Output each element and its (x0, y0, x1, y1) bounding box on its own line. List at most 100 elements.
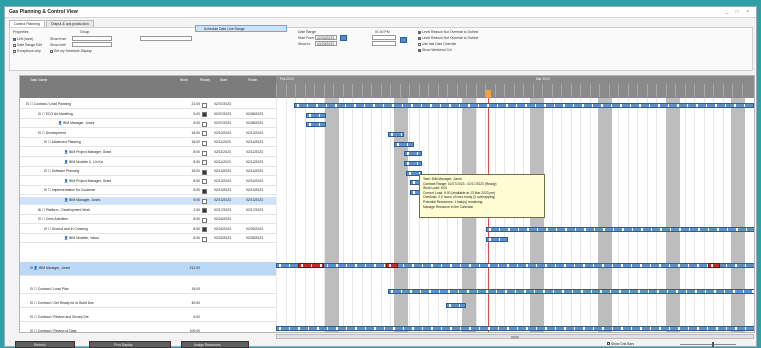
checkbox[interactable] (607, 342, 610, 345)
bar-tick (515, 104, 517, 107)
gantt-bar[interactable] (708, 263, 720, 268)
table-row[interactable]: 👤 BIM Project Manager, Grant 8:00 02/11/20… (20, 149, 276, 157)
table-row[interactable]: 👤 BIM Project Manager, Grant 8:00 02/13/20… (20, 178, 276, 186)
checkbox[interactable] (418, 48, 421, 52)
ready-checkbox[interactable] (202, 160, 207, 166)
right-check-4[interactable]: Show Weekend Col (418, 48, 452, 52)
window-controls[interactable]: _ □ × (726, 7, 753, 18)
table-row[interactable]: 👤 BIM Modeler, Vasco 8:00 02/24/2023 02/25/… (20, 235, 276, 244)
checkbox[interactable] (418, 42, 421, 46)
bar-tick (735, 264, 737, 267)
ready-checkbox[interactable] (202, 102, 207, 108)
table-row[interactable]: ⊟ ☐ Contract / Lead Planning 21:00 02/07/2… (20, 101, 276, 109)
bar-tick (391, 290, 393, 293)
show-bars-label: Show Grid Bars (611, 342, 635, 346)
apply-button[interactable] (400, 37, 407, 43)
bar-tick (297, 104, 299, 107)
selected-resource-row[interactable]: ⊟ 👤 BIM Manager, Jones 212:00 (20, 262, 276, 276)
show-to-select[interactable] (72, 42, 112, 47)
checkbox[interactable] (13, 37, 16, 41)
ready-checkbox[interactable] (202, 188, 207, 194)
ready-checkbox[interactable] (202, 227, 207, 233)
ready-checkbox[interactable] (202, 140, 207, 146)
checkbox[interactable] (13, 43, 16, 47)
grid-line (342, 98, 343, 332)
ready-checkbox[interactable] (202, 236, 207, 242)
assign-label: Assign Resources (194, 343, 221, 347)
table-row[interactable]: ⊟ ☐ Implementation for Customer 5:00 02/13… (20, 187, 276, 196)
timeline-day (504, 84, 513, 97)
tooltip-line: Manage Resource in the Calendar (423, 204, 474, 209)
gantt-bar[interactable] (276, 326, 754, 331)
col-task-name[interactable]: Task Name (30, 78, 48, 82)
table-row[interactable]: ⊟ ☐ Contract / Review of Data 100:00 (20, 328, 276, 332)
bar-tick (458, 304, 460, 307)
ready-checkbox[interactable] (202, 217, 207, 223)
table-row[interactable]: ⊟ ☐ Ground and In Crossing 8:00 02/24/2023… (20, 226, 276, 234)
tab-output[interactable]: Output & ops production (45, 20, 94, 27)
right-check-3[interactable]: Use last Date Override (418, 42, 456, 46)
bar-tick (406, 143, 408, 146)
left-check-2[interactable]: Date Range Edit (13, 43, 42, 47)
table-row[interactable]: ⊟ ☐ Crew Activities 8:00 02/24/2023 (20, 216, 276, 225)
checkbox[interactable] (50, 49, 53, 53)
main-window: Gas Planning & Control View _ □ × Contro… (4, 6, 757, 348)
ready-checkbox[interactable] (202, 179, 207, 185)
col-finish[interactable]: Finish (248, 78, 257, 82)
zoom-slider[interactable] (680, 344, 736, 345)
bar-tick (498, 238, 500, 241)
ready-checkbox[interactable] (202, 208, 207, 214)
timeline-day (665, 84, 675, 97)
schedule-list-selected[interactable]: Schedule Date Line Range (195, 25, 287, 32)
checkbox[interactable] (418, 30, 421, 34)
right-check-1[interactable]: Level Reason Not Override to Outline (418, 30, 478, 34)
start-time-field[interactable] (372, 35, 396, 40)
table-row[interactable]: ⊟ ☐ Contract / Review and Survey Die 5:00 (20, 314, 276, 322)
show-from-select[interactable] (72, 36, 112, 41)
ready-checkbox[interactable] (202, 121, 207, 127)
table-row[interactable]: 👤 BIM Manager, Jones 5:00 02/07/2023 02/08/… (20, 120, 276, 129)
col-ready[interactable]: Ready (200, 78, 210, 82)
table-row[interactable]: ⊟ ☐ Contract / Get Ready for to Build Du… (20, 300, 276, 308)
table-row[interactable]: 👤 BIM Manager, Jones 5:00 02/13/2023 02/13/… (20, 197, 276, 205)
left-check-1[interactable]: Left (none) (13, 37, 33, 41)
col-work[interactable]: Work (180, 78, 188, 82)
table-row[interactable]: ⊟ ☐ Contract / Lead Plan 15:00 (20, 286, 276, 294)
start-date-field[interactable]: 02/03/2023 (315, 35, 337, 40)
checkbox[interactable] (13, 49, 16, 53)
left-check-3[interactable]: Exceptions only (13, 49, 41, 53)
bar-tick (421, 264, 423, 267)
timeline-day (342, 84, 352, 97)
table-row[interactable]: ⊟ ☐ Software Planning 16:00 02/13/2023 02/1… (20, 168, 276, 177)
range-check[interactable]: Set my Schedule Display (50, 49, 92, 53)
bar-tick (752, 290, 754, 293)
show-bars-toggle[interactable]: Show Grid Bars (607, 342, 634, 346)
bar-tick (543, 290, 545, 293)
table-row[interactable]: ⊟ ☐ Development 16:00 02/10/2023 02/13/2023 (20, 130, 276, 138)
ready-checkbox[interactable] (202, 150, 207, 156)
bar-tick (621, 327, 623, 330)
bar-tick (583, 264, 585, 267)
group-select[interactable] (140, 36, 192, 41)
end-time-field[interactable] (372, 41, 396, 46)
bar-tick (744, 327, 746, 330)
ready-checkbox[interactable] (202, 169, 207, 175)
table-row[interactable]: ⊟ ☐ ECO Air Modeling 5:00 02/07/2023 02/08/… (20, 111, 276, 119)
ready-checkbox[interactable] (202, 131, 207, 137)
table-row[interactable]: ⊟ ☐ Advanced Planning 16:00 02/11/2023 02/1… (20, 139, 276, 148)
zoom-handle[interactable] (712, 342, 714, 347)
col-start[interactable]: Start (220, 78, 227, 82)
ready-checkbox[interactable] (202, 112, 207, 118)
calendar-button[interactable] (340, 35, 347, 41)
table-row[interactable]: 👤 BIM Modeler II, Lin Ka 8:00 02/11/2023 02… (20, 159, 276, 167)
gantt-bar[interactable] (386, 263, 398, 268)
ready-checkbox[interactable] (202, 198, 207, 204)
bar-tick (723, 290, 725, 293)
checkbox[interactable] (418, 36, 421, 40)
end-date-field[interactable]: 03/29/2023 (315, 41, 337, 46)
grid-line (323, 98, 324, 332)
tab-control-planning[interactable]: Control Planning (9, 20, 45, 27)
right-check-2[interactable]: Level Reason Not Override to Outline (418, 36, 478, 40)
gantt-bar[interactable] (276, 263, 754, 268)
table-row[interactable]: ⊞ ☐ Platform - Development Work 2:00 02/17… (20, 207, 276, 215)
